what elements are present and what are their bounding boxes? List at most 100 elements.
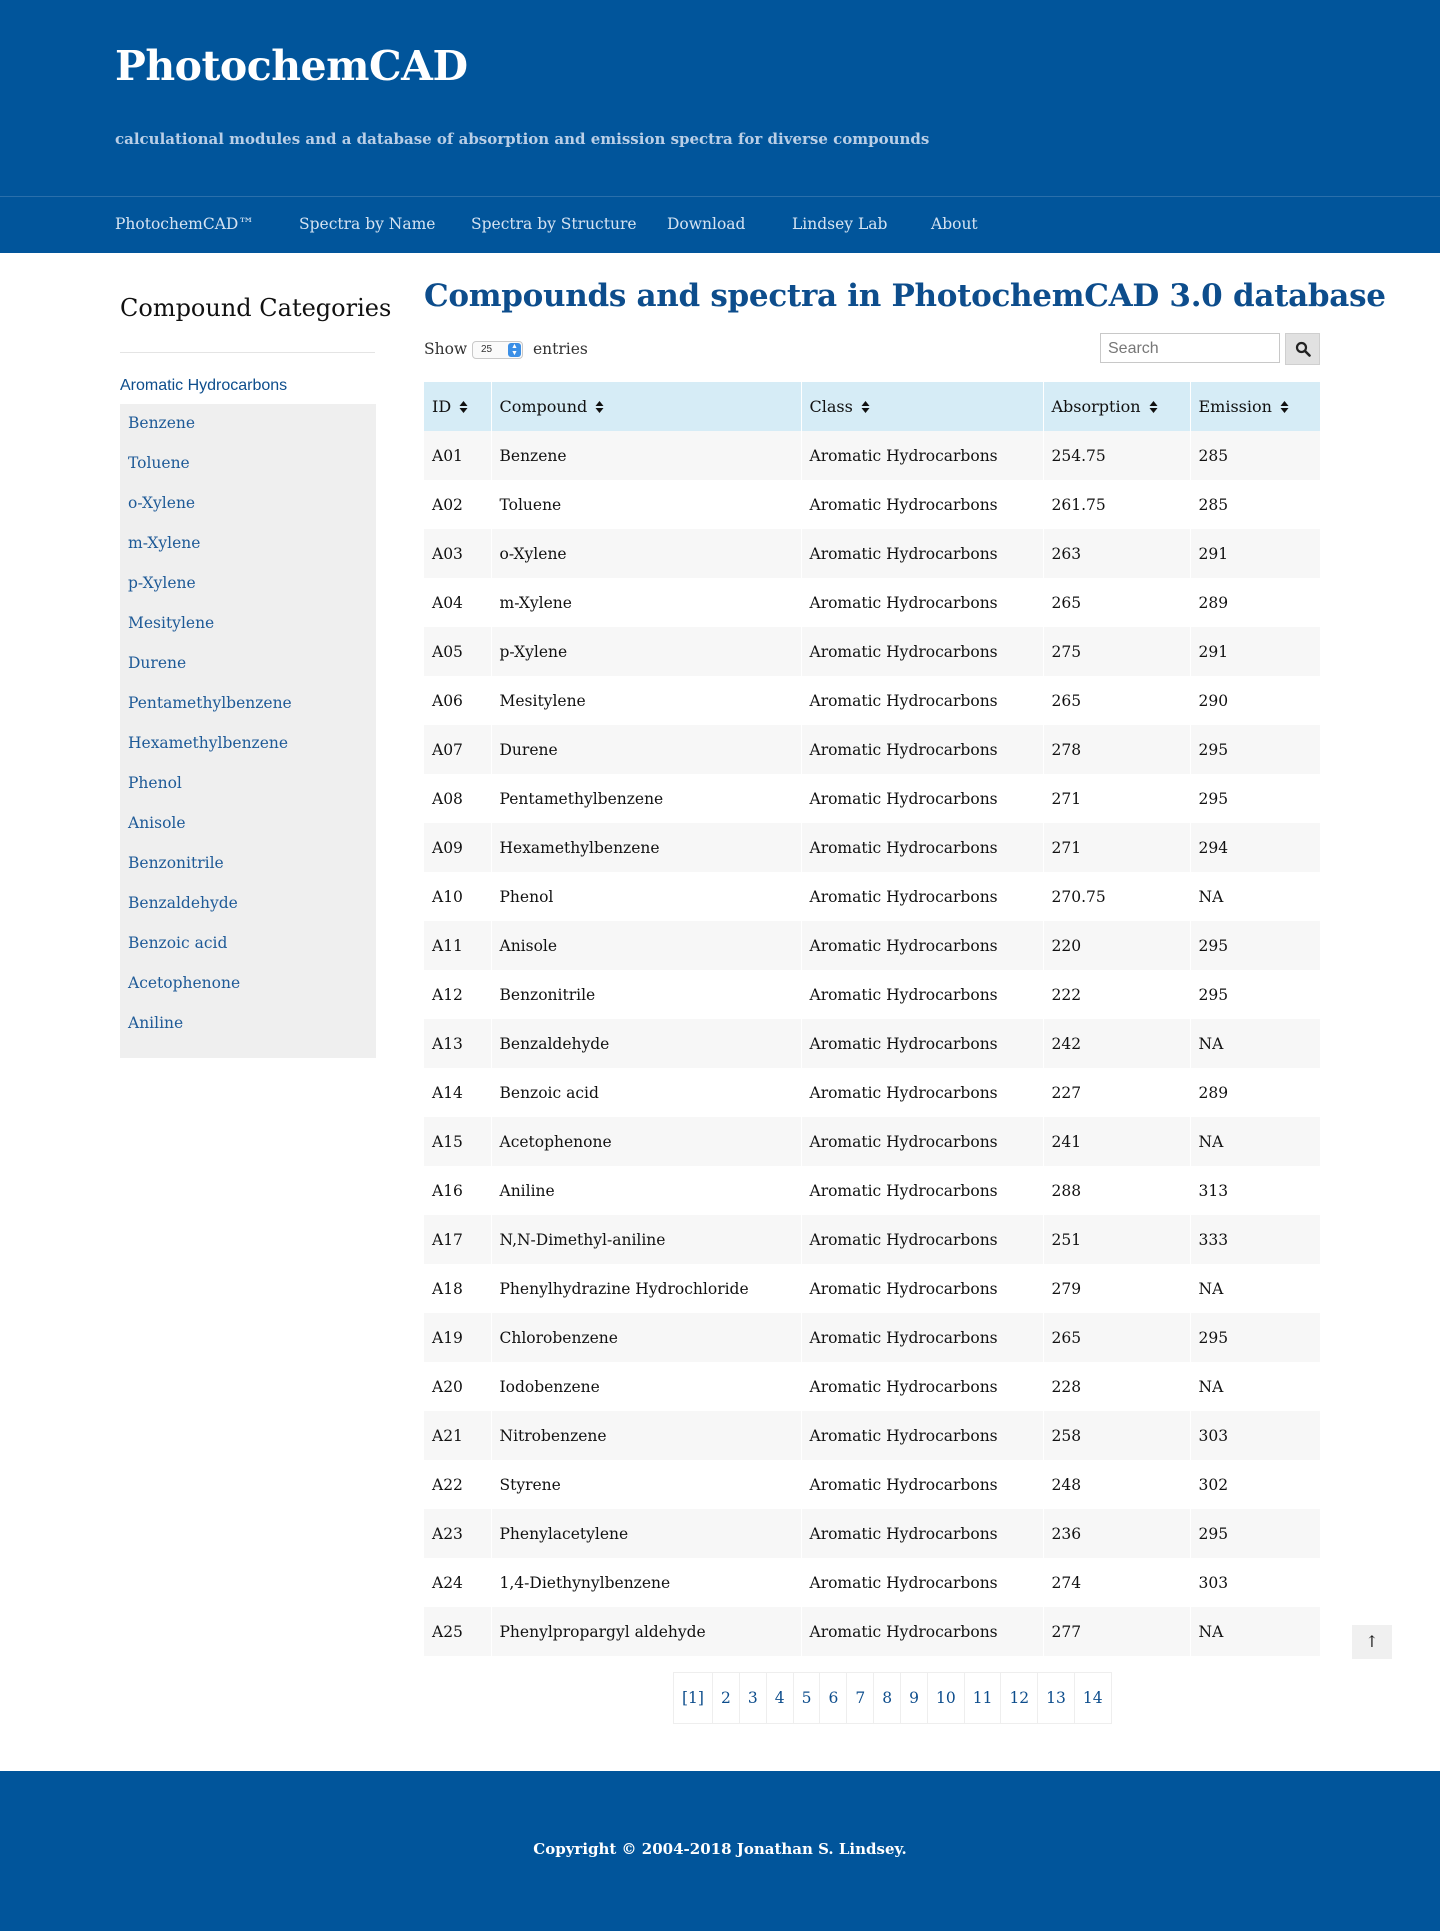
cell-absorption: 270.75 — [1043, 872, 1191, 921]
cell-absorption: 228 — [1043, 1362, 1191, 1411]
table-row[interactable]: A14 Benzoic acid Aromatic Hydrocarbons 227 2… — [424, 1068, 1321, 1117]
cell-class: Aromatic Hydrocarbons — [801, 1019, 1044, 1068]
table-row[interactable]: A22 Styrene Aromatic Hydrocarbons 248 302 — [424, 1460, 1321, 1509]
page-link[interactable]: 7 — [847, 1673, 875, 1723]
table-row[interactable]: A07 Durene Aromatic Hydrocarbons 278 295 — [424, 725, 1321, 774]
category-item[interactable]: Durene — [128, 654, 186, 672]
page-link[interactable]: 10 — [928, 1673, 965, 1723]
nav-item-download[interactable]: Download — [667, 215, 745, 233]
cell-class: Aromatic Hydrocarbons — [801, 774, 1044, 823]
category-item[interactable]: Benzonitrile — [128, 854, 224, 872]
page-link[interactable]: 2 — [713, 1673, 740, 1723]
category-link-aromatic-hydrocarbons[interactable]: Aromatic Hydrocarbons — [120, 377, 287, 395]
cell-class: Aromatic Hydrocarbons — [801, 1068, 1044, 1117]
cell-absorption: 265 — [1043, 1313, 1191, 1362]
category-item[interactable]: Anisole — [128, 814, 186, 832]
table-row[interactable]: A16 Aniline Aromatic Hydrocarbons 288 313 — [424, 1166, 1321, 1215]
search-input[interactable]: Search — [1100, 333, 1280, 363]
table-row[interactable]: A15 Acetophenone Aromatic Hydrocarbons 241 N… — [424, 1117, 1321, 1166]
table-row[interactable]: A24 1,4-Diethynylbenzene Aromatic Hydrocar… — [424, 1558, 1321, 1607]
table-row[interactable]: A23 Phenylacetylene Aromatic Hydrocarbons 2… — [424, 1509, 1321, 1558]
cell-id: A21 — [424, 1411, 492, 1460]
category-item[interactable]: Toluene — [128, 454, 190, 472]
category-item[interactable]: Benzoic acid — [128, 934, 227, 952]
category-item[interactable]: Benzaldehyde — [128, 894, 238, 912]
table-row[interactable]: A21 Nitrobenzene Aromatic Hydrocarbons 258 3… — [424, 1411, 1321, 1460]
nav-item-spectra-by-name[interactable]: Spectra by Name — [299, 215, 435, 233]
cell-id: A18 — [424, 1264, 492, 1313]
page-length-select[interactable]: 25 ▲ ▼ — [472, 341, 523, 359]
table-row[interactable]: A10 Phenol Aromatic Hydrocarbons 270.75 NA — [424, 872, 1321, 921]
page-link[interactable]: 8 — [874, 1673, 902, 1723]
nav-item-spectra-by-structure[interactable]: Spectra by Structure — [471, 215, 637, 233]
table-row[interactable]: A17 N,N-Dimethyl-aniline Aromatic Hydrocar… — [424, 1215, 1321, 1264]
table-row[interactable]: A06 Mesitylene Aromatic Hydrocarbons 265 290 — [424, 676, 1321, 725]
table-row[interactable]: A01 Benzene Aromatic Hydrocarbons 254.75 285 — [424, 431, 1321, 480]
cell-compound: p-Xylene — [491, 627, 802, 676]
table-row[interactable]: A13 Benzaldehyde Aromatic Hydrocarbons 242 N… — [424, 1019, 1321, 1068]
cell-compound: Phenol — [491, 872, 802, 921]
page-link[interactable]: 6 — [820, 1673, 848, 1723]
page-link-current[interactable]: [1] — [674, 1673, 713, 1723]
table-row[interactable]: A20 Iodobenzene Aromatic Hydrocarbons 228 NA — [424, 1362, 1321, 1411]
column-header-class[interactable]: Class — [801, 382, 1044, 431]
cell-id: A09 — [424, 823, 492, 872]
cell-class: Aromatic Hydrocarbons — [801, 1264, 1044, 1313]
nav-item-lindsey-lab[interactable]: Lindsey Lab — [792, 215, 887, 233]
show-label: Show — [424, 340, 468, 358]
category-item[interactable]: Pentamethylbenzene — [128, 694, 292, 712]
cell-absorption: 265 — [1043, 676, 1191, 725]
sort-icon — [861, 400, 870, 413]
page-link[interactable]: 5 — [794, 1673, 821, 1723]
cell-emission: NA — [1190, 1607, 1321, 1656]
category-item[interactable]: Mesitylene — [128, 614, 214, 632]
table-row[interactable]: A04 m-Xylene Aromatic Hydrocarbons 265 289 — [424, 578, 1321, 627]
cell-id: A10 — [424, 872, 492, 921]
category-item[interactable]: p-Xylene — [128, 574, 196, 592]
category-item[interactable]: m-Xylene — [128, 534, 200, 552]
category-item[interactable]: Acetophenone — [128, 974, 240, 992]
cell-id: A06 — [424, 676, 492, 725]
column-header-compound[interactable]: Compound — [491, 382, 802, 431]
cell-absorption: 288 — [1043, 1166, 1191, 1215]
site-title[interactable]: PhotochemCAD — [115, 42, 468, 90]
cell-id: A15 — [424, 1117, 492, 1166]
column-header-id[interactable]: ID — [424, 382, 492, 431]
category-item[interactable]: Hexamethylbenzene — [128, 734, 288, 752]
page-link[interactable]: 11 — [965, 1673, 1002, 1723]
cell-compound: Benzoic acid — [491, 1068, 802, 1117]
table-row[interactable]: A18 Phenylhydrazine Hydrochloride Aromatic… — [424, 1264, 1321, 1313]
column-header-absorption[interactable]: Absorption — [1043, 382, 1191, 431]
search-button[interactable] — [1285, 333, 1320, 365]
page-link[interactable]: 13 — [1038, 1673, 1075, 1723]
category-item[interactable]: Aniline — [128, 1014, 183, 1032]
category-item[interactable]: Benzene — [128, 414, 195, 432]
table-row[interactable]: A19 Chlorobenzene Aromatic Hydrocarbons 265… — [424, 1313, 1321, 1362]
sort-icon — [595, 400, 604, 413]
back-to-top-button[interactable]: ↑ — [1352, 1625, 1392, 1659]
table-row[interactable]: A02 Toluene Aromatic Hydrocarbons 261.75 285 — [424, 480, 1321, 529]
page-link[interactable]: 12 — [1001, 1673, 1039, 1723]
category-item[interactable]: o-Xylene — [128, 494, 195, 512]
table-row[interactable]: A05 p-Xylene Aromatic Hydrocarbons 275 291 — [424, 627, 1321, 676]
cell-emission: 295 — [1190, 725, 1321, 774]
category-item[interactable]: Phenol — [128, 774, 182, 792]
column-header-emission[interactable]: Emission — [1190, 382, 1321, 431]
page-link[interactable]: 14 — [1075, 1673, 1111, 1723]
nav-item-photochemcad[interactable]: PhotochemCAD™ — [115, 215, 254, 233]
table-row[interactable]: A25 Phenylpropargyl aldehyde Aromatic Hydr… — [424, 1607, 1321, 1656]
page-link[interactable]: 4 — [767, 1673, 794, 1723]
category-list[interactable]: Benzene Toluene o-Xylene m-Xylene p-Xyle… — [120, 404, 376, 1058]
table-row[interactable]: A11 Anisole Aromatic Hydrocarbons 220 295 — [424, 921, 1321, 970]
table-row[interactable]: A08 Pentamethylbenzene Aromatic Hydrocarbo… — [424, 774, 1321, 823]
cell-absorption: 279 — [1043, 1264, 1191, 1313]
page-link[interactable]: 9 — [901, 1673, 928, 1723]
table-row[interactable]: A12 Benzonitrile Aromatic Hydrocarbons 222 2… — [424, 970, 1321, 1019]
page-link[interactable]: 3 — [740, 1673, 767, 1723]
nav-item-about[interactable]: About — [931, 215, 978, 233]
table-row[interactable]: A03 o-Xylene Aromatic Hydrocarbons 263 291 — [424, 529, 1321, 578]
cell-class: Aromatic Hydrocarbons — [801, 725, 1044, 774]
table-row[interactable]: A09 Hexamethylbenzene Aromatic Hydrocarbon… — [424, 823, 1321, 872]
cell-emission: 295 — [1190, 970, 1321, 1019]
cell-class: Aromatic Hydrocarbons — [801, 1362, 1044, 1411]
